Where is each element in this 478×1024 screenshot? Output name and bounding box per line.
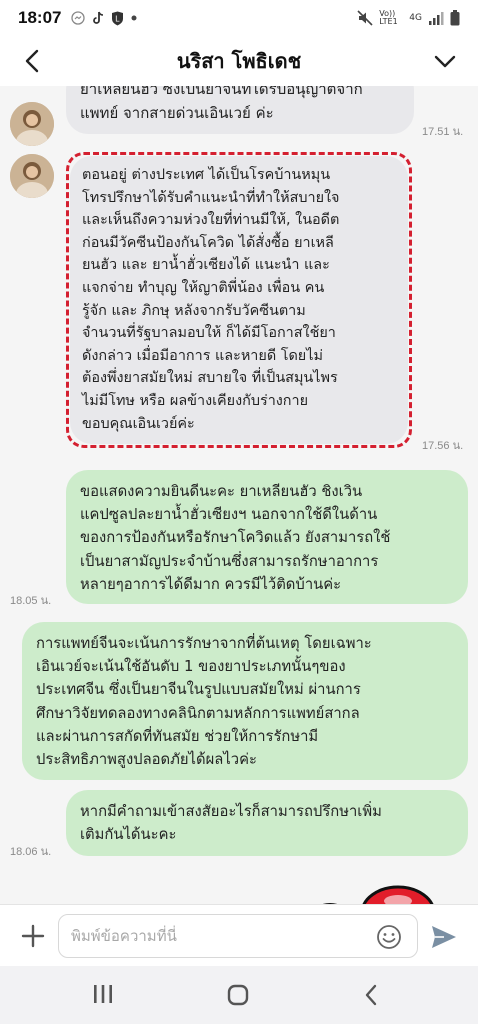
message-time: 17.56 น. [422, 440, 464, 452]
message-line: ต้องพึ่งยาสมัยใหม่ สบายใจ ที่เป็นสมุนไพร [82, 370, 338, 387]
message-time: 18.05 น. [10, 595, 52, 607]
message-line: ของการป้องกันหรือรักษาโควิดแล้ว ยังสามาร… [80, 529, 391, 547]
message-line: ตอนอยู่ ต่างประเทศ ได้เป็นโรคบ้านหมุน [82, 167, 331, 183]
message-line: แจกจ่าย ทำบุญ ให้ญาติพี่น้อง เพื่อน คน [82, 279, 325, 296]
plus-icon[interactable] [18, 921, 48, 951]
avatar[interactable] [10, 154, 54, 198]
message-line: ไม่มีโทษ หรือ ผลข้างเคียงกับร่างกาย [82, 392, 309, 409]
message-bubble[interactable]: ตอนอยู่ ต่างประเทศ ได้เป็นโรคบ้านหมุน โท… [70, 156, 408, 444]
sticker-image[interactable] [300, 881, 450, 904]
message-line: แคปซูลปละยาน้ำฮั่วเซียงฯ นอกจากใช้ดีในด้… [80, 506, 378, 524]
message-line: การแพทย์จีนจะเน้นการรักษาจากที่ต้นเหตุ โ… [36, 635, 372, 652]
message-line: โทรปรึกษาได้รับคำแนะนำที่ทำให้สบายใจ [82, 189, 340, 206]
message-bubble[interactable]: การแพทย์จีนจะเน้นการรักษาจากที่ต้นเหตุ โ… [22, 622, 468, 780]
mute-icon [357, 10, 373, 26]
message-line: หลายๆอาการได้ดีมาก ควรมีไว้ติดบ้านค่ะ [80, 575, 342, 593]
chat-header: นริสา โพธิเดช [0, 36, 478, 86]
avatar[interactable] [10, 102, 54, 146]
signal-icon [429, 12, 444, 25]
emoji-smile-icon[interactable] [376, 924, 402, 950]
message-bubble[interactable]: ขอแสดงความยินดีนะคะ ยาเหลียนฮัว ชิงเวิน … [66, 470, 468, 604]
message-time: 17.51 น. [422, 126, 464, 138]
message-line: ขอบคุณเอินเวย์ค่ะ [82, 415, 195, 432]
message-line: ดังกล่าว เมื่อมีอาการ และหายดี โดยไม่ [82, 347, 323, 364]
message-time: 18.06 น. [10, 846, 52, 858]
messenger-icon [71, 11, 86, 25]
send-icon[interactable] [430, 924, 458, 950]
shield-icon: L [112, 11, 124, 25]
home-icon[interactable] [226, 983, 250, 1007]
message-input[interactable] [58, 914, 418, 958]
message-line: แพทย์ จากสายด่วนเอินเวย์ ค่ะ [80, 103, 274, 122]
dot-icon [131, 15, 137, 21]
message-line: จำนวนที่รัฐบาลมอบให้ ก็ได้มีโอกาสใช้ยา [82, 325, 336, 342]
message-bubble[interactable]: ยาเหลียนฮัว ซึ่งเป็นยาจีนที่ได้รับอนุญาต… [66, 86, 414, 134]
recents-icon[interactable] [92, 984, 114, 1004]
chat-title: นริสา โพธิเดช [176, 49, 302, 73]
message-line: และเห็นถึงความห่วงใยที่ท่านมีให้, ในอดีต [82, 212, 340, 229]
chat-area[interactable]: ยาเหลียนฮัว ซึ่งเป็นยาจีนที่ได้รับอนุญาต… [0, 86, 478, 904]
system-nav-bar [0, 966, 478, 1024]
status-bar: 18:07 L Vo)) LTE1 4G [0, 0, 478, 36]
message-line: และผ่านการสกัดที่ทันสมัย ช่วยให้การรักษา… [36, 727, 319, 745]
network-label: Vo)) LTE1 [379, 9, 398, 26]
message-input-bar [0, 904, 478, 966]
message-line: ขอแสดงความยินดีนะคะ ยาเหลียนฮัว ชิงเวิน [80, 483, 363, 500]
tiktok-icon [93, 11, 104, 24]
message-line: เป็นยาสามัญประจำบ้านซึ่งสามารถรักษาอาการ [80, 552, 379, 570]
message-line: หากมีคำถามเข้าสงสัยอะไรก็สามารถปรึกษาเพิ… [80, 803, 382, 820]
message-line: รู้จัก และ ภิกษุ หลังจากรับวัคซีนตาม [82, 302, 306, 319]
message-line: ศึกษาวิจัยทดลองทางคลินิกตามหลักการแพทย์ส… [36, 704, 360, 722]
message-line: ก่อนมีวัคซีนป้องกันโควิด ได้สั่งซื้อ ยาเ… [82, 234, 334, 251]
status-time: 18:07 [18, 8, 62, 27]
message-line: ประสิทธิภาพสูงปลอดภัยได้ผลไวค่ะ [36, 751, 257, 769]
svg-text:L: L [116, 14, 121, 23]
battery-icon [450, 10, 460, 26]
chevron-down-icon[interactable] [432, 48, 458, 74]
back-arrow-icon[interactable] [20, 48, 46, 74]
message-line: ยาเหลียนฮัว ซึ่งเป็นยาจีนที่ได้รับอนุญาต… [80, 86, 363, 98]
network-type: 4G [409, 13, 422, 23]
message-line: ยนฮัว และ ยาน้ำฮั่วเซียงได้ แนะนำ และ [82, 257, 330, 274]
message-line: เติมกันได้นะคะ [80, 826, 177, 844]
message-line: เอินเวย์จะเน้นใช้อันดับ 1 ของยาประเภทนั้… [36, 658, 346, 676]
message-bubble[interactable]: หากมีคำถามเข้าสงสัยอะไรก็สามารถปรึกษาเพิ… [66, 790, 468, 856]
message-line: ประเทศจีน ซึ่งเป็นยาจีนในรูปแบบสมัยใหม่ … [36, 681, 361, 699]
nav-back-icon[interactable] [362, 983, 380, 1007]
